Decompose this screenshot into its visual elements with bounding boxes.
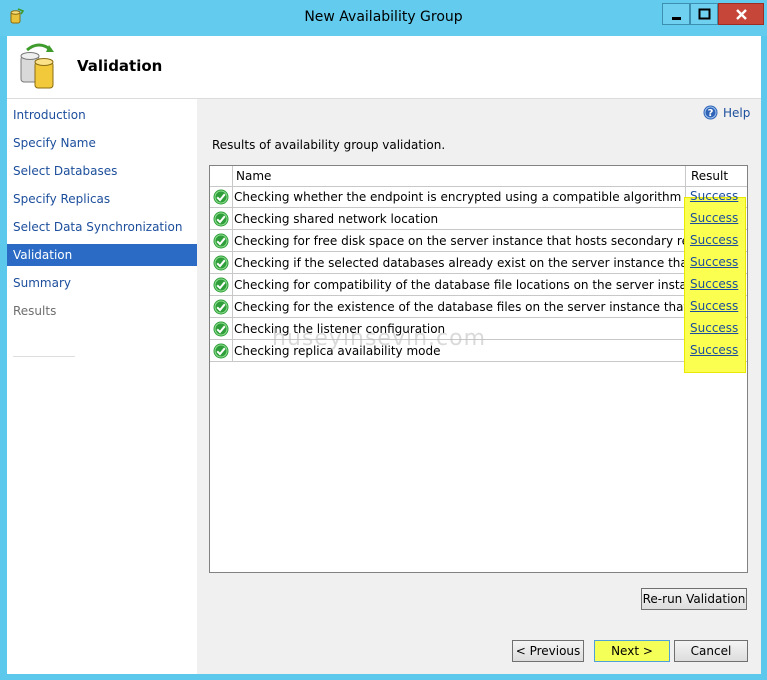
nav-item-select-data-sync[interactable]: Select Data Synchronization <box>7 216 197 238</box>
help-icon: ? <box>703 105 718 120</box>
success-check-icon <box>213 233 229 249</box>
result-success-link[interactable]: Success <box>690 277 738 291</box>
watermark: huseyinsevin.com <box>272 326 487 351</box>
previous-button[interactable]: < Previous <box>512 640 584 662</box>
row-name: Checking if the selected databases alrea… <box>234 256 684 270</box>
table-row[interactable]: Checking for the existence of the databa… <box>210 296 747 318</box>
success-check-icon <box>213 189 229 205</box>
page-title: Validation <box>77 57 163 75</box>
column-header-result[interactable]: Result <box>691 169 728 183</box>
close-button[interactable] <box>718 3 764 25</box>
success-check-icon <box>213 299 229 315</box>
row-name: Checking whether the endpoint is encrypt… <box>234 190 682 204</box>
title-bar: New Availability Group <box>0 0 767 36</box>
row-name: Checking for the existence of the databa… <box>234 300 684 314</box>
minimize-button[interactable] <box>662 3 690 25</box>
help-label: Help <box>723 106 751 120</box>
result-success-link[interactable]: Success <box>690 255 738 269</box>
column-divider <box>232 166 233 362</box>
nav-item-specify-name[interactable]: Specify Name <box>7 132 197 154</box>
validation-results-table: Name Result Checking whether the endpoin… <box>209 165 748 573</box>
row-name: Checking for free disk space on the serv… <box>234 234 684 248</box>
next-button[interactable]: Next > <box>594 640 670 662</box>
success-check-icon <box>213 211 229 227</box>
nav-item-summary[interactable]: Summary <box>7 272 197 294</box>
success-check-icon <box>213 321 229 337</box>
table-row[interactable]: Checking if the selected databases alrea… <box>210 252 747 274</box>
nav-item-validation[interactable]: Validation <box>7 244 197 266</box>
table-row[interactable]: Checking shared network location <box>210 208 747 230</box>
window-title: New Availability Group <box>304 9 463 25</box>
cancel-button[interactable]: Cancel <box>674 640 748 662</box>
success-check-icon <box>213 255 229 271</box>
table-row[interactable]: Checking whether the endpoint is encrypt… <box>210 186 747 208</box>
results-heading: Results of availability group validation… <box>212 138 446 152</box>
panel-divider <box>197 99 201 674</box>
table-row[interactable]: Checking for compatibility of the databa… <box>210 274 747 296</box>
success-check-icon <box>213 277 229 293</box>
row-name: Checking shared network location <box>234 212 439 226</box>
svg-text:?: ? <box>708 108 714 119</box>
success-check-icon <box>213 343 229 359</box>
nav-item-introduction[interactable]: Introduction <box>7 104 197 126</box>
result-success-link[interactable]: Success <box>690 189 738 203</box>
result-success-link[interactable]: Success <box>690 299 738 313</box>
column-header-name[interactable]: Name <box>236 169 271 183</box>
result-success-link[interactable]: Success <box>690 343 738 357</box>
sidebar-divider <box>13 356 75 357</box>
wizard-sidebar: Introduction Specify Name Select Databas… <box>7 99 197 674</box>
table-row[interactable]: Checking for free disk space on the serv… <box>210 230 747 252</box>
dialog-client: Validation Introduction Specify Name Sel… <box>7 36 761 674</box>
result-success-link[interactable]: Success <box>690 233 738 247</box>
nav-item-select-databases[interactable]: Select Databases <box>7 160 197 182</box>
maximize-icon <box>698 8 711 20</box>
page-header: Validation <box>7 36 761 99</box>
close-icon <box>736 9 747 20</box>
nav-item-results: Results <box>13 304 57 318</box>
database-sync-icon <box>20 43 54 89</box>
row-name: Checking for compatibility of the databa… <box>234 278 684 292</box>
minimize-icon <box>672 17 681 20</box>
result-success-link[interactable]: Success <box>690 321 738 335</box>
nav-item-specify-replicas[interactable]: Specify Replicas <box>7 188 197 210</box>
table-header: Name Result <box>210 166 747 187</box>
result-success-link[interactable]: Success <box>690 211 738 225</box>
rerun-validation-button[interactable]: Re-run Validation <box>641 588 747 610</box>
maximize-button[interactable] <box>690 3 718 25</box>
